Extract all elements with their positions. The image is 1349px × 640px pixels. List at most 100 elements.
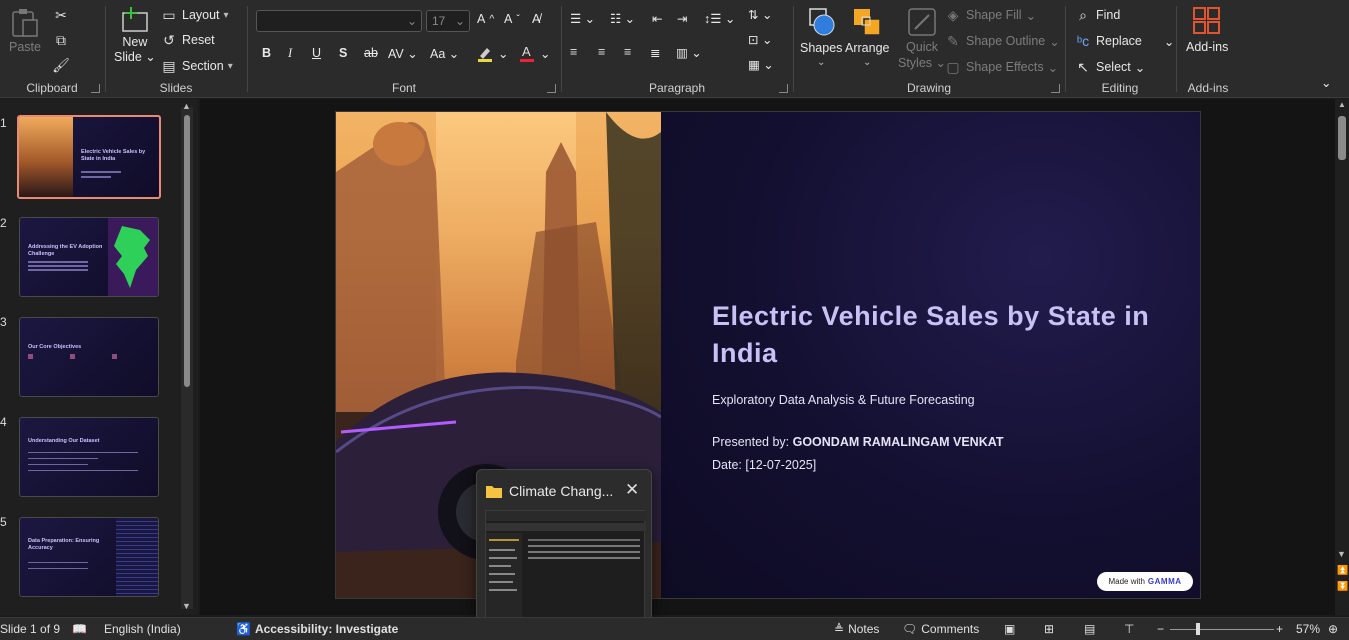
replace-button[interactable]: ᵇc Replace ⌄ <box>1074 32 1175 50</box>
character-spacing-icon[interactable]: AV ⌄ <box>388 46 418 61</box>
zoom-in-icon[interactable]: + <box>1276 622 1283 636</box>
thumb-line <box>28 269 88 271</box>
spell-check-icon[interactable]: 📖 <box>72 622 87 636</box>
preview-row <box>528 545 640 547</box>
thumb-image <box>19 117 73 197</box>
layout-button[interactable]: ▭ Layout ▾ <box>160 6 228 24</box>
highlight-icon[interactable]: ⌄ <box>476 44 508 62</box>
zoom-out-icon[interactable]: − <box>1157 622 1164 636</box>
slide-date[interactable]: Date: [12-07-2025] <box>712 458 816 472</box>
svg-text:A: A <box>522 44 531 59</box>
slide-presenter[interactable]: Presented by: GOONDAM RAMALINGAM VENKAT <box>712 435 1003 449</box>
decrease-indent-icon[interactable]: ⇤ <box>652 11 662 26</box>
new-slide-button[interactable]: New Slide ⌄ <box>114 5 156 65</box>
clipboard-label: Clipboard <box>26 81 78 95</box>
font-group: ⌄ 17 ⌄ A ^ Aˇ A̸ B I U S ab AV ⌄ Aa ⌄ ⌄ A … <box>248 0 560 98</box>
effects-icon: ▢ <box>946 58 960 75</box>
scroll-up-icon[interactable]: ▲ <box>182 101 191 111</box>
slide-thumbnail-3[interactable]: Our Core Objectives <box>19 317 159 397</box>
font-name-combo[interactable]: ⌄ <box>256 10 422 32</box>
slide-thumbnail-4[interactable]: Understanding Our Dataset <box>19 417 159 497</box>
change-case-icon[interactable]: Aa ⌄ <box>430 46 459 61</box>
fit-to-window-icon[interactable]: ⊕ <box>1328 622 1338 636</box>
normal-view-icon[interactable]: ▣ <box>1004 622 1015 636</box>
slide-sorter-icon[interactable]: ⊞ <box>1044 622 1054 636</box>
slideshow-icon[interactable]: ⊤ <box>1124 622 1134 636</box>
clear-formatting-icon[interactable]: A̸ <box>532 12 540 26</box>
arrange-label: Arrange <box>845 41 890 55</box>
slide-canvas[interactable]: Electric Vehicle Sales by State in India… <box>335 111 1201 599</box>
zoom-slider-thumb[interactable] <box>1196 623 1200 635</box>
increase-indent-icon[interactable]: ⇥ <box>677 11 687 26</box>
shape-effects-button[interactable]: ▢ Shape Effects ⌄ <box>944 58 1058 76</box>
made-with-gamma-badge[interactable]: Made with GAMMA <box>1097 572 1193 591</box>
increase-font-icon[interactable]: A ^ <box>477 12 494 26</box>
comments-button[interactable]: 🗨 Comments <box>902 622 979 636</box>
font-size-combo[interactable]: 17 ⌄ <box>426 10 470 32</box>
arrange-icon <box>854 9 881 36</box>
numbering-icon[interactable]: ☷ ⌄ <box>610 11 635 26</box>
shape-outline-button[interactable]: ✎ Shape Outline ⌄ <box>944 32 1060 50</box>
format-painter-icon[interactable]: 🖌 <box>52 56 70 74</box>
justify-icon[interactable]: ≣ <box>650 45 660 60</box>
line-spacing-icon[interactable]: ↕☰ ⌄ <box>704 11 735 26</box>
font-color-icon[interactable]: A ⌄ <box>518 44 550 62</box>
columns-icon[interactable]: ▥ ⌄ <box>676 45 702 60</box>
italic-icon[interactable]: I <box>288 46 292 61</box>
bold-icon[interactable]: B <box>262 46 271 60</box>
align-right-icon[interactable]: ≡ <box>624 45 631 59</box>
strikethrough-icon[interactable]: ab <box>364 46 378 60</box>
align-left-icon[interactable]: ≡ <box>570 45 577 59</box>
slide-subtitle[interactable]: Exploratory Data Analysis & Future Forec… <box>712 393 975 407</box>
text-direction-icon[interactable]: ⇅ ⌄ <box>748 7 772 22</box>
zoom-slider[interactable] <box>1170 623 1274 635</box>
align-center-icon[interactable]: ≡ <box>598 45 605 59</box>
next-slide-icon[interactable]: ⏬ <box>1337 581 1348 592</box>
window-preview-popup[interactable]: Climate Chang... ✕ <box>476 469 652 627</box>
slide-thumbnail-2[interactable]: Addressing the EV Adoption Challenge <box>19 217 159 297</box>
section-button[interactable]: ▤ Section ▾ <box>160 57 232 75</box>
collapse-ribbon-icon[interactable]: ⌄ <box>1321 75 1331 90</box>
clipboard-launcher-icon[interactable] <box>91 84 100 93</box>
close-icon[interactable]: ✕ <box>625 480 639 500</box>
badge-brand: GAMMA <box>1147 577 1182 586</box>
accessibility-button[interactable]: ♿ Accessibility: Investigate <box>236 622 398 636</box>
addins-button[interactable]: Add-ins <box>1186 6 1228 54</box>
font-launcher-icon[interactable] <box>547 84 556 93</box>
zoom-level[interactable]: 57% <box>1296 622 1320 636</box>
find-button[interactable]: ⌕ Find <box>1074 6 1120 24</box>
notes-button[interactable]: ≜ Notes <box>834 622 879 636</box>
thumbnail-scrollbar[interactable]: ▲ ▼ <box>181 101 193 611</box>
previous-slide-icon[interactable]: ⏫ <box>1337 565 1348 576</box>
shadow-icon[interactable]: S <box>339 46 347 60</box>
paragraph-launcher-icon[interactable] <box>779 84 788 93</box>
editor-scrollbar[interactable]: ▲ ▼ ⏫ ⏬ <box>1335 99 1349 615</box>
cut-icon[interactable]: ✂ <box>52 6 70 24</box>
reset-button[interactable]: ↺ Reset <box>160 31 215 49</box>
scroll-thumb[interactable] <box>1338 116 1346 160</box>
select-button[interactable]: ↖ Select ⌄ <box>1074 58 1145 76</box>
decrease-font-icon[interactable]: Aˇ <box>504 12 520 26</box>
scroll-down-icon[interactable]: ▼ <box>1337 549 1346 559</box>
bullets-icon[interactable]: ☰ ⌄ <box>570 11 595 26</box>
arrange-button[interactable]: Arrange ⌄ <box>845 5 889 68</box>
drawing-launcher-icon[interactable] <box>1051 84 1060 93</box>
smartart-icon[interactable]: ▦ ⌄ <box>748 57 774 72</box>
cursor-icon: ↖ <box>1077 58 1089 75</box>
slide-thumbnail-5[interactable]: Data Preparation: Ensuring Accuracy <box>19 517 159 597</box>
preview-sidebar <box>486 533 522 621</box>
scroll-up-icon[interactable]: ▲ <box>1338 100 1346 109</box>
language-indicator[interactable]: English (India) <box>104 622 181 636</box>
shape-fill-button[interactable]: ◈ Shape Fill ⌄ <box>944 6 1036 24</box>
align-text-icon[interactable]: ⊡ ⌄ <box>748 32 772 47</box>
scroll-down-icon[interactable]: ▼ <box>182 601 191 611</box>
reading-view-icon[interactable]: ▤ <box>1084 622 1095 636</box>
underline-icon[interactable]: U <box>312 46 321 60</box>
slide-title[interactable]: Electric Vehicle Sales by State in India <box>712 298 1172 372</box>
paste-button[interactable]: Paste <box>9 6 41 54</box>
scroll-thumb[interactable] <box>184 115 190 387</box>
shapes-button[interactable]: Shapes ⌄ <box>800 5 842 68</box>
quick-styles-button[interactable]: Quick Styles ⌄ <box>898 5 946 71</box>
copy-icon[interactable]: ⧉ <box>52 31 70 49</box>
slide-thumbnail-1[interactable]: Electric Vehicle Sales by State in India <box>17 115 161 199</box>
